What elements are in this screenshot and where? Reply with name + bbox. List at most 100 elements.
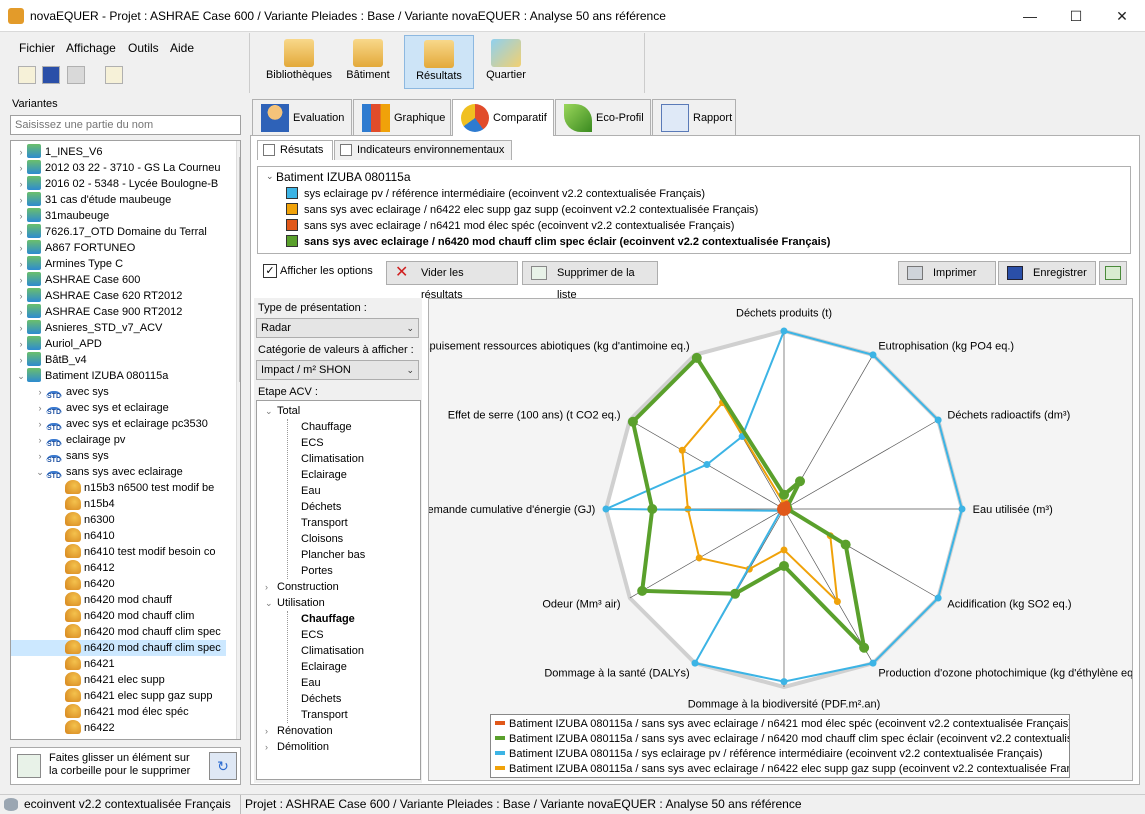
collapsed-arrow-icon[interactable]: › [265,723,277,739]
tree-scrollbar[interactable]: ▲ ▼ [236,141,241,739]
menu-aide[interactable]: Aide [170,41,194,55]
collapsed-arrow-icon[interactable]: › [265,579,277,595]
scroll-down-icon[interactable]: ▼ [240,725,241,734]
value-category-select[interactable]: Impact / m² SHON ⌄ [256,360,419,380]
lca-stage-item[interactable]: Chauffage [301,419,352,435]
scroll-up-icon[interactable]: ▲ [240,143,241,152]
lca-stage-item[interactable]: Eau [301,675,321,691]
save-disk-icon[interactable] [42,66,60,84]
tree-item[interactable]: › Asnieres_STD_v7_ACV [11,320,226,336]
lca-stage-item[interactable]: Climatisation [301,451,364,467]
lca-stage-item[interactable]: Portes [301,563,333,579]
collapse-arrow-icon[interactable]: ⌄ [266,171,274,182]
collapsed-arrow-icon[interactable]: › [34,400,46,416]
tree-item[interactable]: › Armines Type C [11,256,226,272]
menu-fichier[interactable]: Fichier [19,41,55,55]
lca-stage-item[interactable]: Eau [301,483,321,499]
tab-eco-profil[interactable]: Eco-Profil [555,99,651,135]
collapsed-arrow-icon[interactable]: › [15,208,27,224]
tab-rapport[interactable]: Rapport [652,99,736,135]
tab-evaluation[interactable]: Evaluation [252,99,352,135]
collapsed-arrow-icon[interactable]: › [15,304,27,320]
expanded-arrow-icon[interactable]: ⌄ [265,595,277,611]
refresh-icon[interactable]: ↻ [209,752,237,780]
collapsed-arrow-icon[interactable]: › [15,160,27,176]
tab-comparatif[interactable]: Comparatif [452,99,554,136]
collapsed-arrow-icon[interactable]: › [15,192,27,208]
tree-item[interactable]: › STD sans sys [11,448,226,464]
lca-stage-item[interactable]: ECS [301,627,324,643]
tree-item[interactable]: n6300 [11,512,226,528]
tree-item[interactable]: › BâtB_v4 [11,352,226,368]
collapsed-arrow-icon[interactable]: › [265,739,277,755]
collapsed-arrow-icon[interactable]: › [15,224,27,240]
collapsed-arrow-icon[interactable]: › [15,336,27,352]
menu-affichage[interactable]: Affichage [66,41,116,55]
tools-icon[interactable] [67,66,85,84]
tab-graphique[interactable]: Graphique [353,99,451,135]
tree-item[interactable]: n6420 mod chauff [11,592,226,608]
lca-stage-item[interactable]: › Rénovation [265,723,333,739]
show-options-checkbox[interactable]: ✓ [263,264,277,278]
tree-item[interactable]: ⌄ Batiment IZUBA 080115a [11,368,226,384]
tree-item[interactable]: › 31 cas d'étude maubeuge [11,192,226,208]
tree-item[interactable]: › STD avec sys et eclairage pc3530 [11,416,226,432]
collapsed-arrow-icon[interactable]: › [34,416,46,432]
tree-item[interactable]: n6421 elec supp gaz supp [11,688,226,704]
menu-outils[interactable]: Outils [128,41,159,55]
tree-item[interactable]: n6420 mod chauff clim spec [11,640,226,656]
lca-stage-item[interactable]: Cloisons [301,531,343,547]
expanded-arrow-icon[interactable]: ⌄ [34,464,46,480]
lca-stage-item[interactable]: ECS [301,435,324,451]
expanded-arrow-icon[interactable]: ⌄ [265,403,277,419]
lca-stage-item[interactable]: Transport [301,515,348,531]
open-folder-icon[interactable] [18,66,36,84]
tree-item[interactable]: › 2012 03 22 - 3710 - GS La Courneu [11,160,226,176]
tree-item[interactable]: n6421 mod élec spéc [11,704,226,720]
collapsed-arrow-icon[interactable]: › [15,144,27,160]
lca-stage-item[interactable]: Eclairage [301,467,347,483]
result-item[interactable]: sys eclairage pv / référence intermédiai… [286,186,705,202]
tree-item[interactable]: › STD avec sys [11,384,226,400]
lca-stage-item[interactable]: ⌄ Utilisation [265,595,325,611]
maximize-button[interactable]: ☐ [1053,0,1099,32]
tree-item[interactable]: n6410 test modif besoin co [11,544,226,560]
lca-stage-item[interactable]: Plancher bas [301,547,365,563]
tree-item[interactable]: › 31maubeuge [11,208,226,224]
tree-item[interactable]: › 1_INES_V6 [11,144,226,160]
subtab-indicators[interactable]: Indicateurs environnementaux [334,140,512,160]
export-button[interactable] [1099,261,1127,285]
results-button[interactable]: Résultats [404,35,474,89]
print-button[interactable]: Imprimer [898,261,996,285]
variant-search-input[interactable] [10,115,241,135]
tree-item[interactable]: › ASHRAE Case 900 RT2012 [11,304,226,320]
tree-item[interactable]: › ASHRAE Case 600 [11,272,226,288]
remove-from-list-button[interactable]: Supprimer de la liste [522,261,658,301]
tree-item[interactable]: › Auriol_APD [11,336,226,352]
collapsed-arrow-icon[interactable]: › [34,432,46,448]
expanded-arrow-icon[interactable]: ⌄ [15,368,27,384]
close-button[interactable]: ✕ [1099,0,1145,32]
libraries-button[interactable]: Bibliothèques [260,35,338,89]
save-button[interactable]: Enregistrer [998,261,1096,285]
clear-results-button[interactable]: ✕ Vider les résultats [386,261,518,301]
collapsed-arrow-icon[interactable]: › [34,448,46,464]
lca-stage-item[interactable]: ⌄ Total [265,403,300,419]
tree-item[interactable]: n6421 elec supp [11,672,226,688]
collapsed-arrow-icon[interactable]: › [15,176,27,192]
tree-item[interactable]: › 2016 02 - 5348 - Lycée Boulogne-B [11,176,226,192]
presentation-type-select[interactable]: Radar ⌄ [256,318,419,338]
tree-item[interactable]: n6412 [11,560,226,576]
tree-item[interactable]: n6420 mod chauff clim [11,608,226,624]
result-item[interactable]: sans sys avec eclairage / n6421 mod élec… [286,218,734,234]
new-document-icon[interactable] [105,66,123,84]
tree-item[interactable]: ⌄ STD sans sys avec eclairage [11,464,226,480]
tree-item[interactable]: n6422 [11,720,226,736]
minimize-button[interactable]: — [1007,0,1053,32]
subtab-results[interactable]: Résutats [257,140,333,160]
lca-stage-item[interactable]: Chauffage [301,611,355,627]
collapsed-arrow-icon[interactable]: › [15,288,27,304]
district-button[interactable]: Quartier [480,35,532,89]
tree-item[interactable]: › STD eclairage pv [11,432,226,448]
tree-item[interactable]: › ASHRAE Case 620 RT2012 [11,288,226,304]
